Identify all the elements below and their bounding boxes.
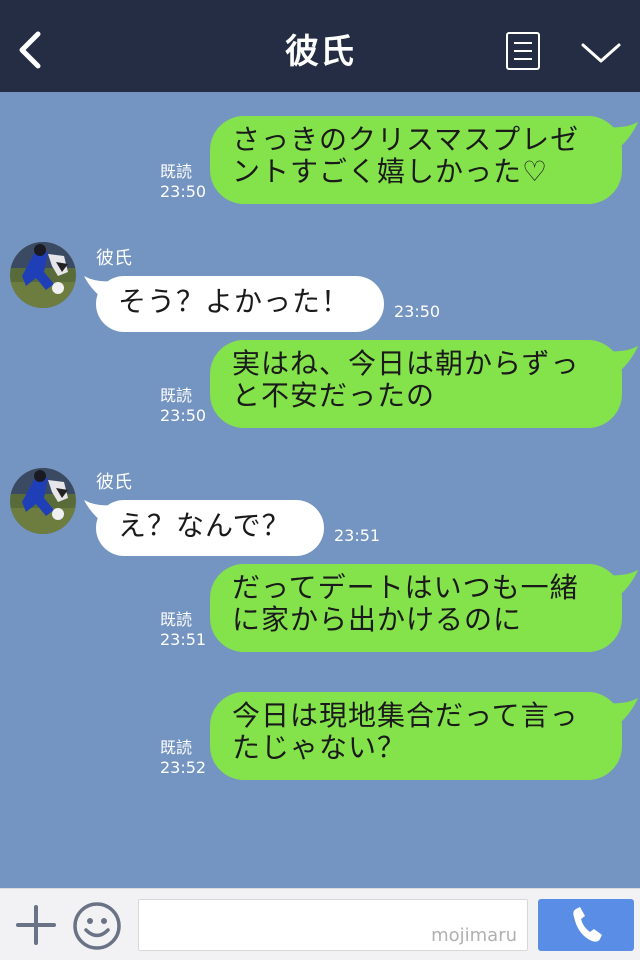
sender-name: 彼氏 (96, 472, 132, 493)
message-text-line: ントすごく嬉しかった♡ (232, 155, 549, 188)
call-button[interactable] (538, 899, 634, 951)
message-bubble[interactable]: 実はね、今日は朝からずっ と不安だったの (210, 340, 622, 428)
message-text-line: に家から出かけるのに (232, 603, 523, 636)
bubble-tail (600, 698, 638, 728)
chat-header: 彼氏 (0, 0, 640, 92)
read-receipt: 既読 (160, 386, 193, 405)
message-text-line: さっきのクリスマスプレゼ (232, 123, 580, 156)
chevron-down-icon (581, 43, 621, 63)
avatar[interactable] (10, 242, 76, 308)
message-text-line: と不安だったの (232, 379, 436, 412)
message-time: 23:50 (160, 182, 207, 201)
message-text-line: だってデートはいつも一緒 (232, 571, 579, 604)
read-receipt: 既読 (160, 162, 193, 181)
avatar[interactable] (10, 468, 76, 534)
message-input[interactable]: mojimaru (138, 899, 528, 951)
bubble-tail (600, 346, 638, 376)
message-bubble[interactable]: さっきのクリスマスプレゼ ントすごく嬉しかった♡ (210, 116, 622, 204)
message-bubble[interactable]: そう？よかった！ (96, 276, 384, 332)
message-text: そう？よかった！ (118, 285, 351, 318)
bubble-tail (600, 122, 638, 152)
menu-button[interactable] (506, 32, 540, 70)
phone-icon (573, 907, 602, 942)
avatar-photo-icon (10, 468, 76, 534)
emoji-button[interactable] (72, 901, 122, 951)
message-meta: 既読 23:50 (160, 386, 206, 426)
message-text-line: たじゃない？ (232, 731, 407, 764)
read-receipt: 既読 (160, 610, 193, 629)
message-text: え？なんで？ (118, 509, 291, 542)
message-time: 23:51 (160, 630, 207, 649)
message-time: 23:52 (160, 758, 207, 777)
message-text-line: 実はね、今日は朝からずっ (232, 347, 580, 380)
chat-area[interactable]: 既読 23:50 さっきのクリスマスプレゼ ントすごく嬉しかった♡ 彼氏 そう？… (0, 92, 640, 888)
message-time: 23:50 (394, 302, 441, 321)
page-title: 彼氏 (285, 32, 355, 72)
bubble-tail (600, 570, 638, 600)
message-time: 23:50 (160, 406, 207, 425)
plus-icon (16, 905, 56, 945)
message-bubble[interactable]: え？なんで？ (96, 500, 324, 556)
message-bubble[interactable]: 今日は現地集合だって言っ たじゃない？ (210, 692, 622, 780)
read-receipt: 既読 (160, 738, 193, 757)
smiley-icon (73, 902, 121, 950)
watermark-text: mojimaru (431, 925, 517, 946)
more-button[interactable] (580, 40, 622, 66)
message-meta: 既読 23:51 (160, 610, 206, 650)
message-meta: 既読 23:52 (160, 738, 206, 778)
message-meta: 既読 23:50 (160, 162, 206, 202)
message-time: 23:51 (334, 526, 381, 545)
message-text-line: 今日は現地集合だって言っ (232, 699, 579, 732)
message-bubble[interactable]: だってデートはいつも一緒 に家から出かけるのに (210, 564, 622, 652)
input-bar: mojimaru (0, 888, 640, 960)
add-attachment-button[interactable] (14, 903, 58, 947)
sender-name: 彼氏 (96, 248, 132, 269)
avatar-photo-icon (10, 242, 76, 308)
